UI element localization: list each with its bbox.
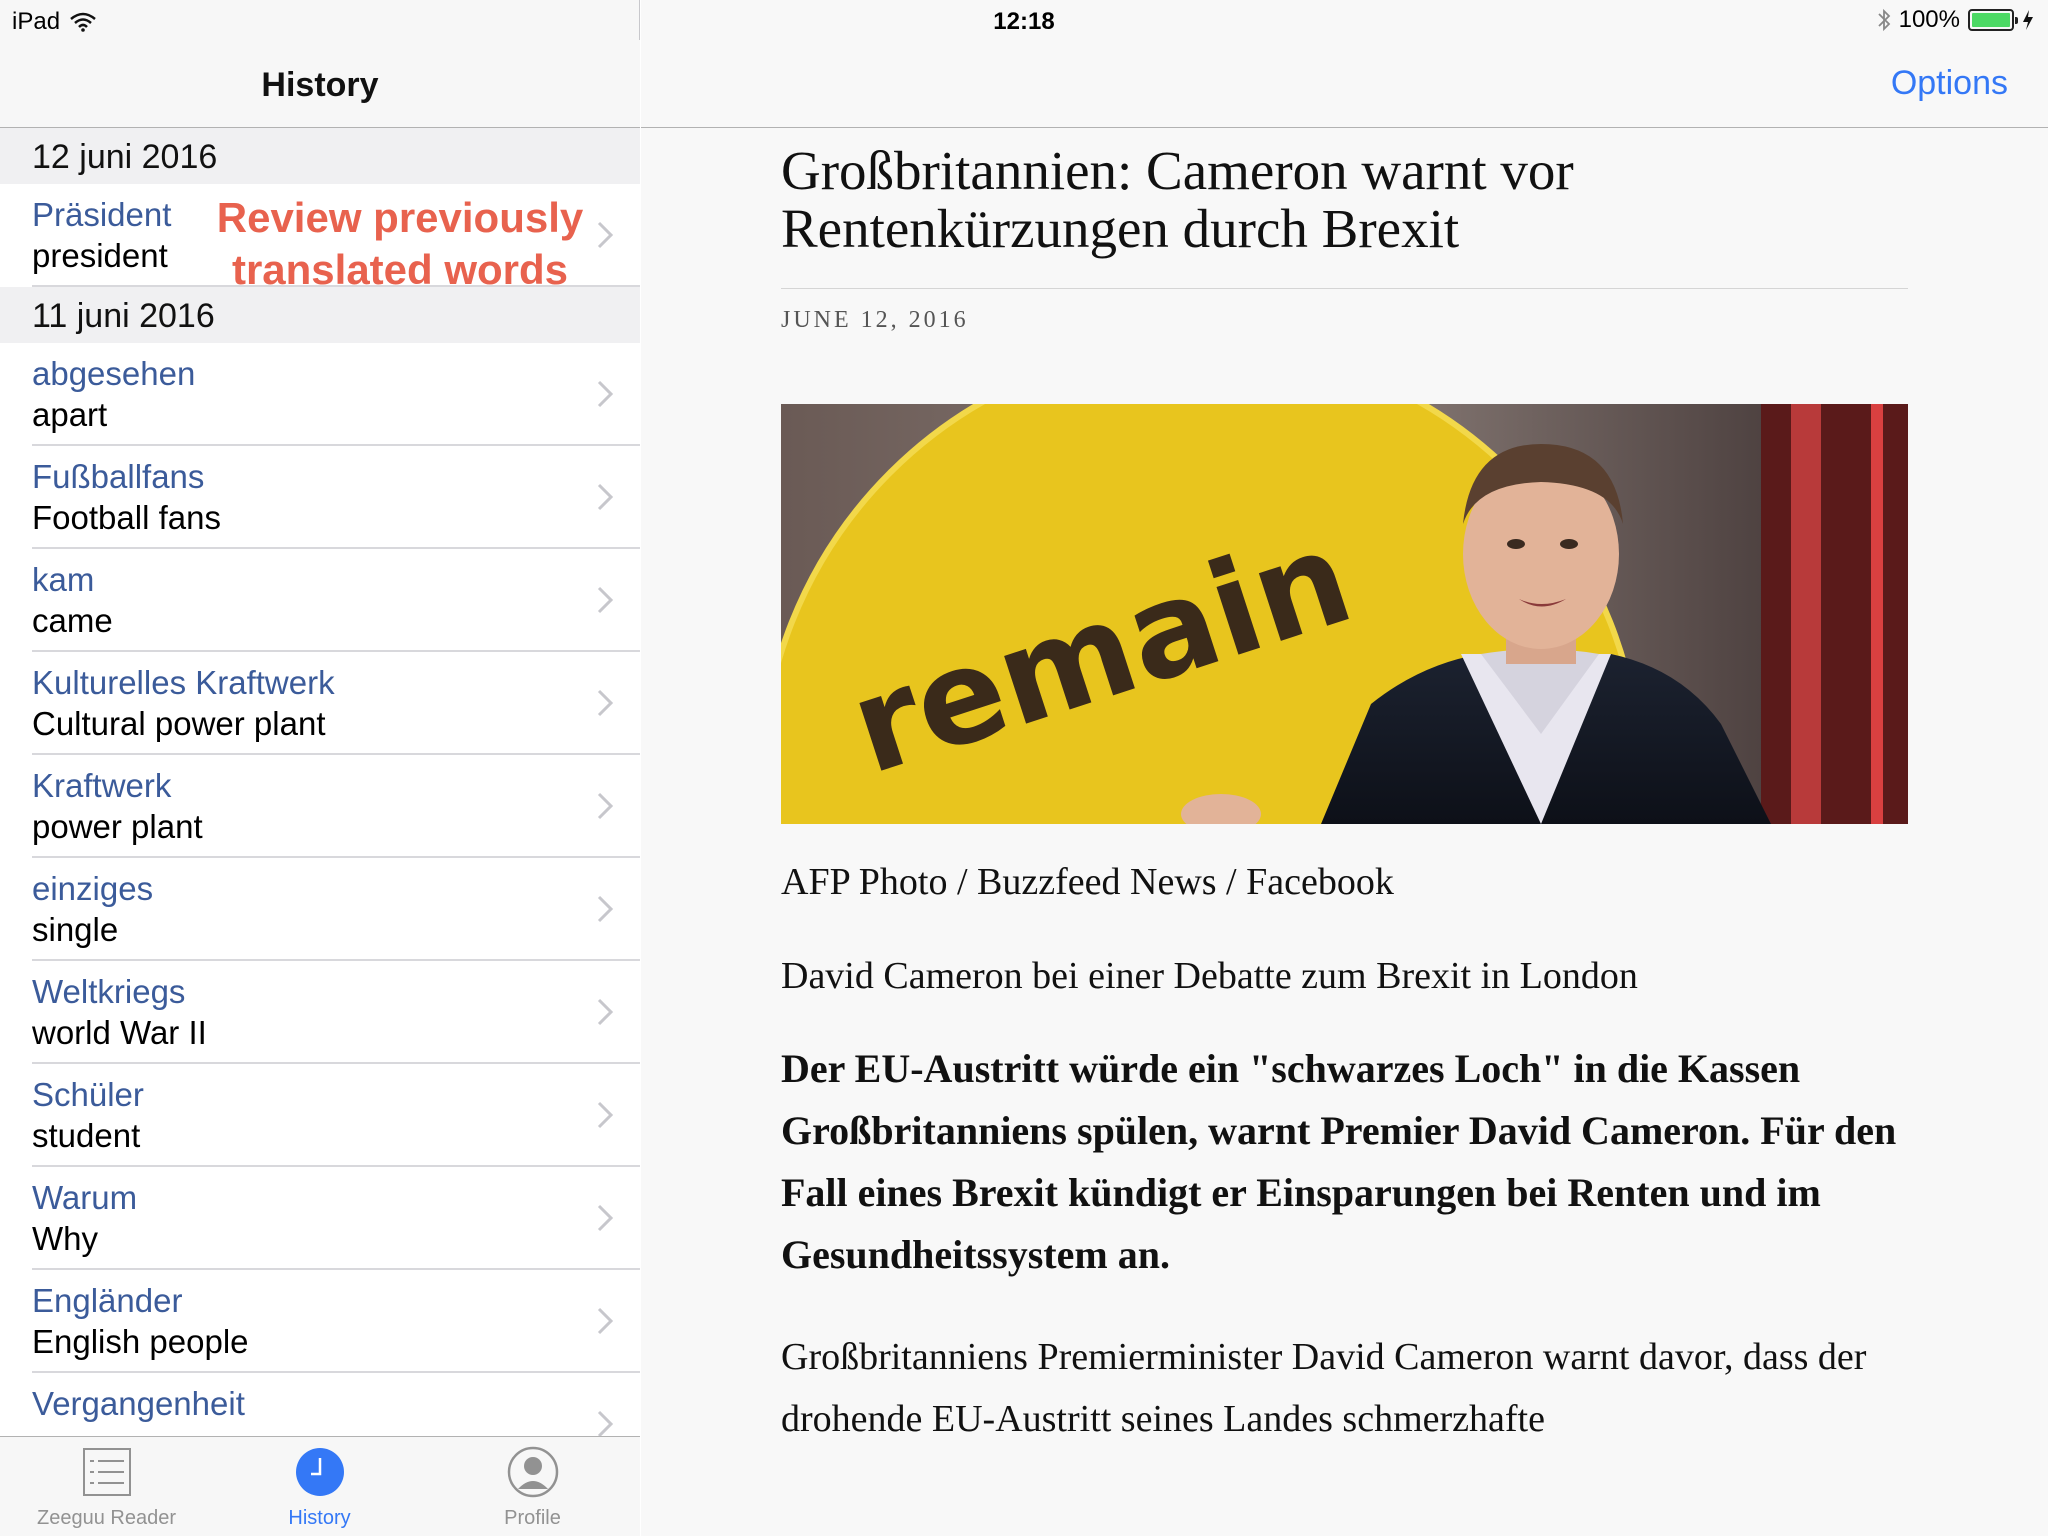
history-row[interactable]: Kraftwerk power plant (0, 755, 640, 858)
history-row[interactable]: Weltkriegs world War II (0, 961, 640, 1064)
row-translation: world War II (32, 1014, 207, 1051)
chevron-right-icon (597, 1307, 614, 1335)
battery-tip (2015, 17, 2018, 24)
history-row[interactable]: kam came (0, 549, 640, 652)
row-translation: student (32, 1117, 141, 1154)
history-row[interactable]: Fußballfans Football fans (0, 446, 640, 549)
profile-icon (507, 1446, 559, 1498)
chevron-right-icon (597, 586, 614, 614)
bluetooth-icon (1877, 8, 1890, 32)
row-word: Vergangenheit (32, 1385, 245, 1422)
row-word: abgesehen (32, 355, 196, 392)
history-row[interactable]: einziges single (0, 858, 640, 961)
article-nav-bar: Options (641, 40, 2048, 128)
status-bar: iPad 12:18 100% (0, 0, 2048, 40)
history-panel: History 12 juni 2016 Präsident president… (0, 0, 640, 1536)
chevron-right-icon (597, 1101, 614, 1129)
list-icon (83, 1448, 131, 1496)
chevron-right-icon (597, 483, 614, 511)
article-photo: remain (781, 404, 1908, 824)
row-word: Kulturelles Kraftwerk (32, 664, 335, 701)
tab-bar: Zeeguu Reader History Profile (0, 1436, 640, 1536)
clock-icon (296, 1448, 344, 1496)
chevron-right-icon (597, 1410, 614, 1436)
review-callout: Review previously translated words (216, 194, 584, 293)
row-word: Kraftwerk (32, 767, 172, 804)
battery-level (1972, 13, 2010, 27)
status-right: 100% (1877, 6, 2034, 34)
divider (781, 288, 1908, 289)
article-body: Großbritanniens Premierminister David Ca… (781, 1336, 1867, 1440)
row-word: Engländer (32, 1282, 183, 1319)
photo-credit: AFP Photo / Buzzfeed News / Facebook (781, 861, 1394, 903)
chevron-right-icon (597, 895, 614, 923)
chevron-right-icon (597, 689, 614, 717)
chevron-right-icon (597, 380, 614, 408)
tab-label: Zeeguu Reader (37, 1507, 176, 1529)
history-row[interactable]: abgesehen apart (0, 343, 640, 446)
row-translation: came (32, 602, 113, 639)
tab-profile[interactable]: Profile (426, 1437, 639, 1536)
row-word: Weltkriegs (32, 973, 186, 1010)
chevron-right-icon (597, 221, 614, 249)
row-translation: president (32, 237, 168, 274)
history-row[interactable]: Warum Why (0, 1167, 640, 1270)
tab-history[interactable]: History (213, 1437, 426, 1536)
row-translation: Football fans (32, 499, 221, 536)
chevron-right-icon (597, 1204, 614, 1232)
history-row[interactable]: Kulturelles Kraftwerk Cultural power pla… (0, 652, 640, 755)
row-translation: Cultural power plant (32, 705, 326, 742)
article-panel: Options Großbritannien: Cameron warnt vo… (641, 0, 2048, 1536)
tab-zeeguu-reader[interactable]: Zeeguu Reader (0, 1437, 213, 1536)
row-word: Warum (32, 1179, 138, 1216)
chevron-right-icon (597, 998, 614, 1026)
article-date: JUNE 12, 2016 (781, 307, 969, 333)
row-word: Fußballfans (32, 458, 205, 495)
chevron-right-icon (597, 792, 614, 820)
image-caption: David Cameron bei einer Debatte zum Brex… (781, 955, 1638, 997)
row-word: einziges (32, 870, 154, 907)
status-time: 12:18 (993, 8, 1055, 35)
history-row[interactable]: Präsident president Review previously tr… (0, 184, 640, 293)
history-list[interactable]: 12 juni 2016 Präsident president Review … (0, 128, 640, 1436)
section-header-date: 12 juni 2016 (0, 128, 640, 184)
article-lead: Der EU-Austritt würde ein "schwarzes Loc… (781, 1046, 1897, 1277)
tab-label: History (288, 1507, 351, 1529)
article-content[interactable]: Großbritannien: Cameron warnt vor Renten… (781, 128, 1908, 1450)
row-translation: power plant (32, 808, 203, 845)
history-row[interactable]: Schüler student (0, 1064, 640, 1167)
battery-percent: 100% (1898, 6, 1960, 33)
article-title: Großbritannien: Cameron warnt vor Renten… (781, 140, 1574, 259)
history-row[interactable]: Engländer English people (0, 1270, 640, 1373)
row-translation: apart (32, 396, 108, 433)
row-translation: Why (32, 1220, 98, 1257)
charging-icon (2023, 10, 2033, 30)
row-word: Präsident (32, 196, 172, 233)
tab-label: Profile (504, 1507, 561, 1529)
row-translation: single (32, 911, 119, 948)
history-row[interactable]: Vergangenheit (0, 1373, 640, 1436)
row-word: Schüler (32, 1076, 144, 1113)
history-nav-bar: History (0, 40, 640, 128)
page-title: History (261, 66, 379, 104)
row-word: kam (32, 561, 95, 598)
options-button[interactable]: Options (1891, 64, 2008, 103)
battery-icon (1968, 9, 2018, 31)
row-translation: English people (32, 1323, 249, 1360)
